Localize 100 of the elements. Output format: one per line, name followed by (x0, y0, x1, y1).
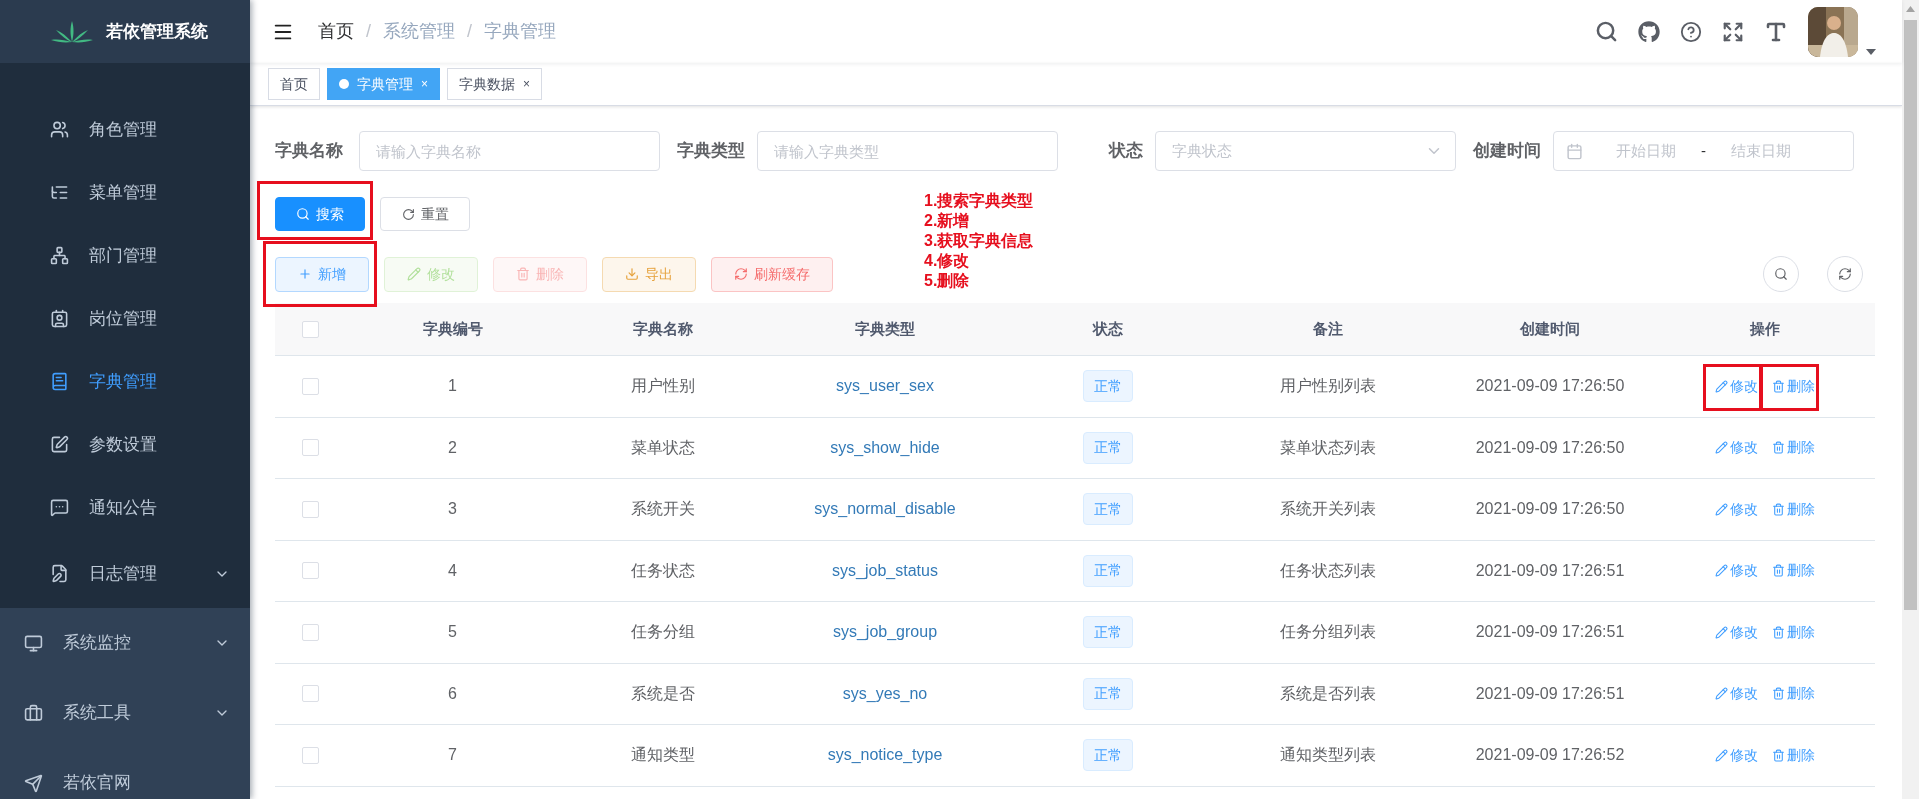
sidebar-group[interactable]: 系统工具 (0, 678, 250, 748)
sidebar-item[interactable]: 菜单管理 (0, 161, 250, 224)
dict-type-link[interactable]: sys_yes_no (842, 681, 928, 706)
chat-icon (50, 498, 69, 517)
checkbox[interactable] (301, 685, 319, 703)
dict-type-link[interactable]: sys_normal_disable (814, 497, 956, 522)
edit-link[interactable]: 修改 (1715, 437, 1758, 459)
column-header: 字典类型 (854, 318, 916, 339)
id-card-icon (50, 309, 69, 328)
status-tag: 正常 (1082, 677, 1133, 710)
start-date-field[interactable]: 开始日期 (1601, 139, 1691, 163)
toolbar-button[interactable]: 刷新缓存 (711, 256, 833, 292)
sidebar-item[interactable]: 字典管理 (0, 350, 250, 413)
trash-icon (1772, 502, 1785, 516)
delete-link[interactable]: 删除 (1772, 621, 1815, 643)
status-tag: 正常 (1082, 431, 1133, 464)
caret-down-icon[interactable] (1866, 48, 1876, 55)
checkbox[interactable] (301, 746, 319, 764)
pencil-icon (1715, 564, 1728, 578)
table-cell-text: 任务分组 (629, 622, 696, 643)
edit-link[interactable]: 修改 (1715, 498, 1758, 520)
org-chart-icon (50, 246, 69, 265)
pencil-icon (1715, 687, 1728, 701)
edit-link[interactable]: 修改 (1715, 560, 1758, 582)
delete-link[interactable]: 删除 (1772, 744, 1815, 766)
end-date-field[interactable]: 结束日期 (1716, 139, 1806, 163)
reset-button[interactable]: 重置 (380, 197, 470, 231)
close-icon[interactable]: × (523, 75, 531, 93)
delete-link[interactable]: 删除 (1772, 437, 1815, 459)
sidebar-item[interactable]: 通知公告 (0, 476, 250, 539)
dict-type-link[interactable]: sys_show_hide (830, 435, 940, 460)
sidebar-item[interactable]: 部门管理 (0, 224, 250, 287)
tab[interactable]: 首页 (268, 68, 320, 100)
scrollbar[interactable] (1902, 0, 1919, 799)
plus-icon (298, 267, 312, 281)
input-field[interactable]: 请输入字典名称 (359, 131, 660, 171)
checkbox[interactable] (301, 562, 319, 580)
monitor-icon (24, 633, 43, 653)
refresh-icon (734, 267, 748, 281)
dict-type-link[interactable]: sys_job_group (832, 620, 938, 645)
search-icon[interactable] (1595, 20, 1618, 43)
trash-icon (1772, 441, 1785, 455)
pencil-icon (1715, 441, 1728, 455)
edit-link[interactable]: 修改 (1715, 375, 1758, 397)
delete-link[interactable]: 删除 (1772, 560, 1815, 582)
refresh-icon (1838, 267, 1852, 281)
checkbox[interactable] (301, 623, 319, 641)
checkbox[interactable] (301, 439, 319, 457)
toolbar-button[interactable]: 新增 (275, 256, 369, 292)
trash-icon (1772, 564, 1785, 578)
dict-type-link[interactable]: sys_user_sex (836, 374, 934, 399)
table-cell-text: 2021-09-09 17:26:50 (1474, 376, 1626, 397)
sidebar-item[interactable]: 参数设置 (0, 413, 250, 476)
sidebar-item[interactable]: 岗位管理 (0, 287, 250, 350)
edit-link[interactable]: 修改 (1715, 621, 1758, 643)
dict-type-link[interactable]: sys_notice_type (827, 743, 943, 768)
column-header: 字典编号 (421, 318, 484, 339)
pencil-icon (407, 267, 421, 281)
checkbox[interactable] (301, 500, 319, 518)
input-field[interactable]: 请输入字典类型 (757, 131, 1058, 171)
status-tag: 正常 (1082, 493, 1133, 526)
dict-type-link[interactable]: sys_job_status (832, 558, 938, 583)
table-cell-text: 2021-09-09 17:26:52 (1474, 745, 1626, 766)
delete-link[interactable]: 删除 (1772, 375, 1815, 397)
table-cell-text: 7 (447, 745, 458, 766)
search-button[interactable]: 搜索 (275, 197, 365, 231)
table-cell-text: 系统开关 (629, 499, 696, 520)
breadcrumb-item[interactable]: 首页 (318, 18, 354, 45)
edit-icon (50, 435, 69, 454)
delete-link[interactable]: 删除 (1772, 683, 1815, 705)
github-icon[interactable] (1638, 20, 1660, 43)
sidebar-item[interactable]: 日志管理 (0, 539, 250, 608)
sidebar-group[interactable]: 系统监控 (0, 608, 250, 678)
app-title: 若依管理系统 (106, 20, 208, 43)
trash-icon (1772, 379, 1785, 393)
table-cell-text: 5 (447, 622, 458, 643)
breadcrumb-separator: / (366, 20, 371, 43)
delete-link[interactable]: 删除 (1772, 498, 1815, 520)
help-icon[interactable] (1680, 20, 1702, 43)
fullscreen-icon[interactable] (1722, 20, 1744, 43)
table-cell-text: 4 (447, 560, 458, 581)
checkbox[interactable] (301, 320, 319, 338)
edit-link[interactable]: 修改 (1715, 683, 1758, 705)
tab[interactable]: 字典数据 × (447, 68, 543, 100)
scroll-up-icon[interactable] (1906, 6, 1915, 12)
checkbox[interactable] (301, 377, 319, 395)
sidebar-item[interactable]: 角色管理 (0, 98, 250, 161)
tab[interactable]: 字典管理 × (327, 68, 440, 100)
annotation-text: 2.新增 (924, 211, 971, 231)
trash-icon (1772, 625, 1785, 639)
search-icon (1774, 267, 1788, 281)
table-cell-text: 2021-09-09 17:26:50 (1474, 499, 1626, 520)
table-cell-text: 通知类型 (629, 745, 696, 766)
trash-icon (1772, 748, 1785, 762)
scrollbar-thumb[interactable] (1904, 20, 1917, 610)
sidebar-group[interactable]: 若依官网 (0, 748, 250, 799)
close-icon[interactable]: × (421, 75, 428, 93)
calendar-icon (1566, 142, 1583, 160)
pencil-icon (1715, 625, 1728, 639)
edit-link[interactable]: 修改 (1715, 744, 1758, 766)
